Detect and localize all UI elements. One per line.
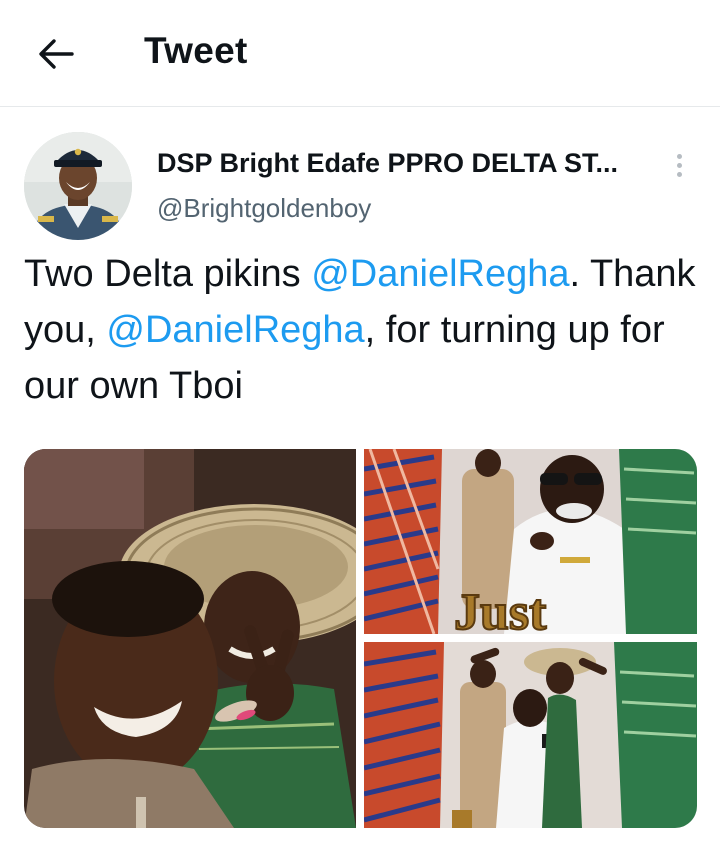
- dot-2: [676, 162, 682, 168]
- tweet-text: Two Delta pikins @DanielRegha. Thank you…: [24, 246, 704, 414]
- dot-3: [676, 171, 682, 177]
- media-grid: Just: [24, 449, 697, 828]
- author-handle[interactable]: @Brightgoldenboy: [157, 193, 371, 224]
- avatar[interactable]: [24, 132, 132, 240]
- mention-link-2[interactable]: @DanielRegha: [106, 309, 364, 351]
- more-options-button[interactable]: [664, 150, 694, 180]
- dot-1: [676, 153, 682, 159]
- photo-selfie[interactable]: [24, 449, 356, 828]
- photo-stage[interactable]: Just: [364, 449, 697, 634]
- top-bar: Tweet: [0, 0, 720, 107]
- back-button[interactable]: [30, 28, 82, 80]
- author-name[interactable]: DSP Bright Edafe PPRO DELTA ST...: [157, 148, 618, 179]
- mention-link-1[interactable]: @DanielRegha: [311, 253, 569, 295]
- photo-stage-text: Just: [454, 584, 547, 634]
- photo-group[interactable]: [364, 642, 697, 828]
- page-title: Tweet: [144, 30, 248, 71]
- tweet-text-part-1: Two Delta pikins: [24, 253, 312, 295]
- arrow-left-icon: [39, 39, 74, 69]
